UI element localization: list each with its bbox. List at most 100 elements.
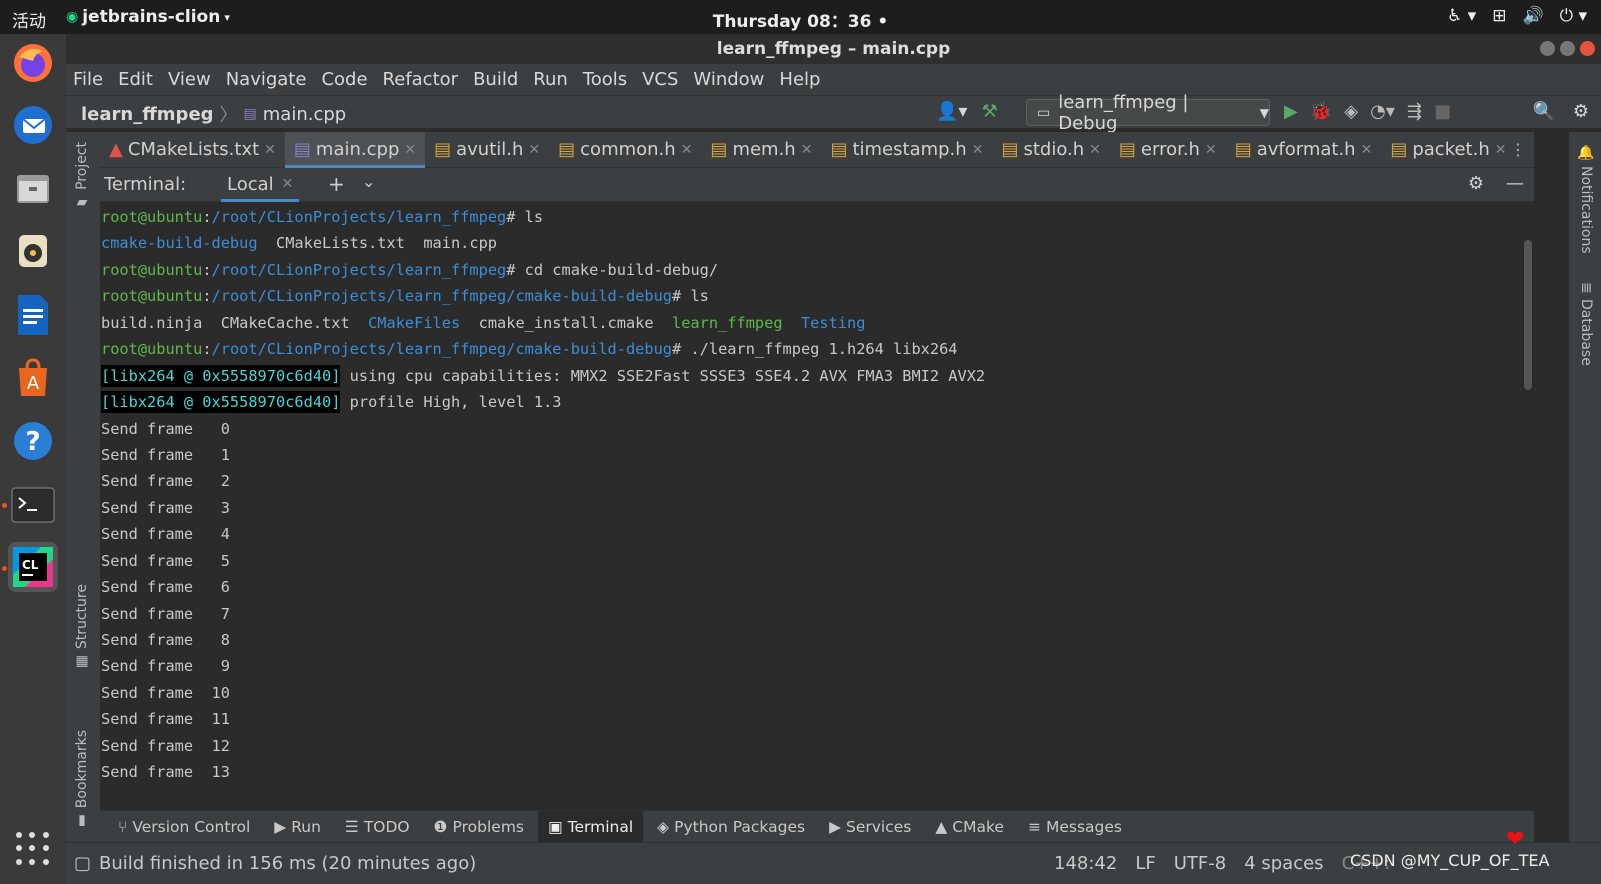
tool-python-packages[interactable]: ◈ Python Packages [647,811,815,843]
caret-position[interactable]: 148:42 [1054,853,1117,874]
settings-gear-icon[interactable]: ⚙ [1468,173,1484,194]
indent-setting[interactable]: 4 spaces [1244,853,1323,874]
tool-terminal[interactable]: ▣ Terminal [538,810,644,843]
tool-version-control[interactable]: ⑂ Version Control [108,811,260,843]
rhythmbox-icon[interactable] [8,226,58,276]
tool-cmake[interactable]: ▲ CMake [925,811,1014,843]
terminal-output[interactable]: root@ubuntu:/root/CLionProjects/learn_ff… [100,202,1534,810]
close-tab-icon[interactable]: ✕ [1495,142,1507,158]
tab-stdio-h[interactable]: ▤ stdio.h ✕ [992,132,1109,168]
stop-icon[interactable]: ■ [1434,101,1451,122]
tab-avformat-h[interactable]: ▤ avformat.h ✕ [1226,132,1382,168]
search-icon[interactable]: 🔍 [1532,101,1554,122]
tool-messages[interactable]: ≡ Messages [1018,811,1132,843]
help-icon[interactable]: ? [8,416,58,466]
accessibility-icon[interactable]: ♿ ▾ [1447,6,1476,26]
activities-button[interactable]: 活动 [12,7,46,32]
tab-common-h[interactable]: ▤ common.h ✕ [549,132,701,168]
project-tool-button[interactable]: ▰ Project [74,142,90,211]
tool-services[interactable]: ▶ Services [819,811,921,843]
more-tabs-icon[interactable]: ⋮ [1510,140,1526,159]
right-tool-strip: 🔔 Notifications ≣ Database [1569,132,1601,842]
close-tab-icon[interactable]: ✕ [404,142,416,158]
tab-timestamp-h[interactable]: ▤ timestamp.h ✕ [821,132,992,168]
files-icon[interactable] [8,164,58,214]
file-encoding[interactable]: UTF-8 [1174,853,1226,874]
user-icon[interactable]: 👤▾ [936,101,967,122]
writer-icon[interactable] [8,290,58,340]
tab-avutil-h[interactable]: ▤ avutil.h ✕ [425,132,549,168]
notifications-tool-button[interactable]: 🔔 Notifications [1578,144,1594,254]
database-tool-button[interactable]: ≣ Database [1578,282,1594,366]
coverage-icon[interactable]: ◈ [1344,101,1358,122]
tab-error-h[interactable]: ▤ error.h ✕ [1110,132,1226,168]
tab-main-cpp[interactable]: ▤ main.cpp ✕ [284,131,426,168]
status-message[interactable]: Build finished in 156 ms (20 minutes ago… [99,853,476,874]
terminal-tab-local[interactable]: Local ✕ [221,168,300,202]
tool-todo[interactable]: ☰ TODO [335,811,420,843]
menu-view[interactable]: View [168,69,211,90]
run-icon[interactable]: ▶ [1284,101,1298,122]
tab-cmakelists[interactable]: ▲ CMakeLists.txt ✕ [100,132,285,168]
close-tab-icon[interactable]: ✕ [264,142,276,158]
profile-icon[interactable]: ◔▾ [1370,101,1395,122]
line-separator[interactable]: LF [1135,853,1155,874]
menu-refactor[interactable]: Refactor [383,69,459,90]
bookmarks-tool-button[interactable]: ▮ Bookmarks [74,730,90,829]
menu-code[interactable]: Code [321,69,367,90]
window-title: learn_ffmpeg – main.cpp [716,39,951,59]
system-tray[interactable]: ♿ ▾ ⊞ 🔊 ⏻ ▾ [1447,6,1587,26]
tab-label: mem.h [732,139,796,160]
menu-tools[interactable]: Tools [583,69,627,90]
menu-vcs[interactable]: VCS [642,69,678,90]
volume-icon[interactable]: 🔊 [1522,6,1543,26]
terminal-app-icon[interactable] [8,480,58,530]
new-terminal-icon[interactable]: + [328,172,345,196]
breadcrumb-project[interactable]: learn_ffmpeg [81,104,214,125]
menu-help[interactable]: Help [779,69,820,90]
firefox-icon[interactable] [8,38,58,88]
attach-icon[interactable]: ⇶ [1407,101,1422,122]
thunderbird-icon[interactable] [8,100,58,150]
tool-problems[interactable]: ❶ Problems [424,811,534,843]
cmake-icon: ▲ [935,817,948,836]
terminal-scrollbar[interactable] [1524,240,1532,390]
settings-gear-icon[interactable]: ⚙ [1573,101,1589,122]
close-tab-icon[interactable]: ✕ [1361,142,1373,158]
menu-file[interactable]: File [73,69,103,90]
close-tab-icon[interactable]: ✕ [1205,142,1217,158]
run-configuration-select[interactable]: ▭ learn_ffmpeg | Debug ▼ [1026,92,1270,134]
tab-packet-h[interactable]: ▤ packet.h ✕ [1381,132,1515,168]
software-center-icon[interactable]: A [8,352,58,402]
close-tab-icon[interactable]: ✕ [1089,142,1101,158]
close-tab-icon[interactable]: ✕ [972,142,984,158]
network-icon[interactable]: ⊞ [1492,6,1506,26]
clion-app-icon[interactable]: CL [8,542,58,592]
debug-icon[interactable]: 🐞 [1310,101,1332,122]
folder-icon: ▰ [74,194,90,211]
app-menu[interactable]: ◉ jetbrains-clion ▾ [66,7,230,27]
close-window-icon[interactable] [1580,41,1595,56]
tab-mem-h[interactable]: ▤ mem.h ✕ [701,132,821,168]
power-icon[interactable]: ⏻ ▾ [1560,6,1587,26]
maximize-icon[interactable] [1560,41,1575,56]
menu-build[interactable]: Build [473,69,518,90]
menu-run[interactable]: Run [533,69,568,90]
minimize-icon[interactable] [1540,41,1555,56]
status-toggle-icon[interactable]: ▢ [74,853,91,874]
menu-edit[interactable]: Edit [118,69,153,90]
close-tab-icon[interactable]: ✕ [282,176,294,202]
close-tab-icon[interactable]: ✕ [681,142,693,158]
close-tab-icon[interactable]: ✕ [801,142,813,158]
hide-panel-icon[interactable]: — [1506,173,1524,194]
close-tab-icon[interactable]: ✕ [528,142,540,158]
structure-tool-button[interactable]: ▦ Structure [74,584,90,670]
show-apps-icon[interactable] [16,832,50,866]
chevron-down-icon[interactable]: ⌄ [362,172,375,191]
build-hammer-icon[interactable]: ⚒ [981,101,997,122]
breadcrumb-file[interactable]: main.cpp [263,104,346,125]
menu-window[interactable]: Window [693,69,764,90]
menu-navigate[interactable]: Navigate [226,69,307,90]
clock[interactable]: Thursday 08：36 [713,12,872,32]
tool-run[interactable]: ▶ Run [264,811,331,843]
